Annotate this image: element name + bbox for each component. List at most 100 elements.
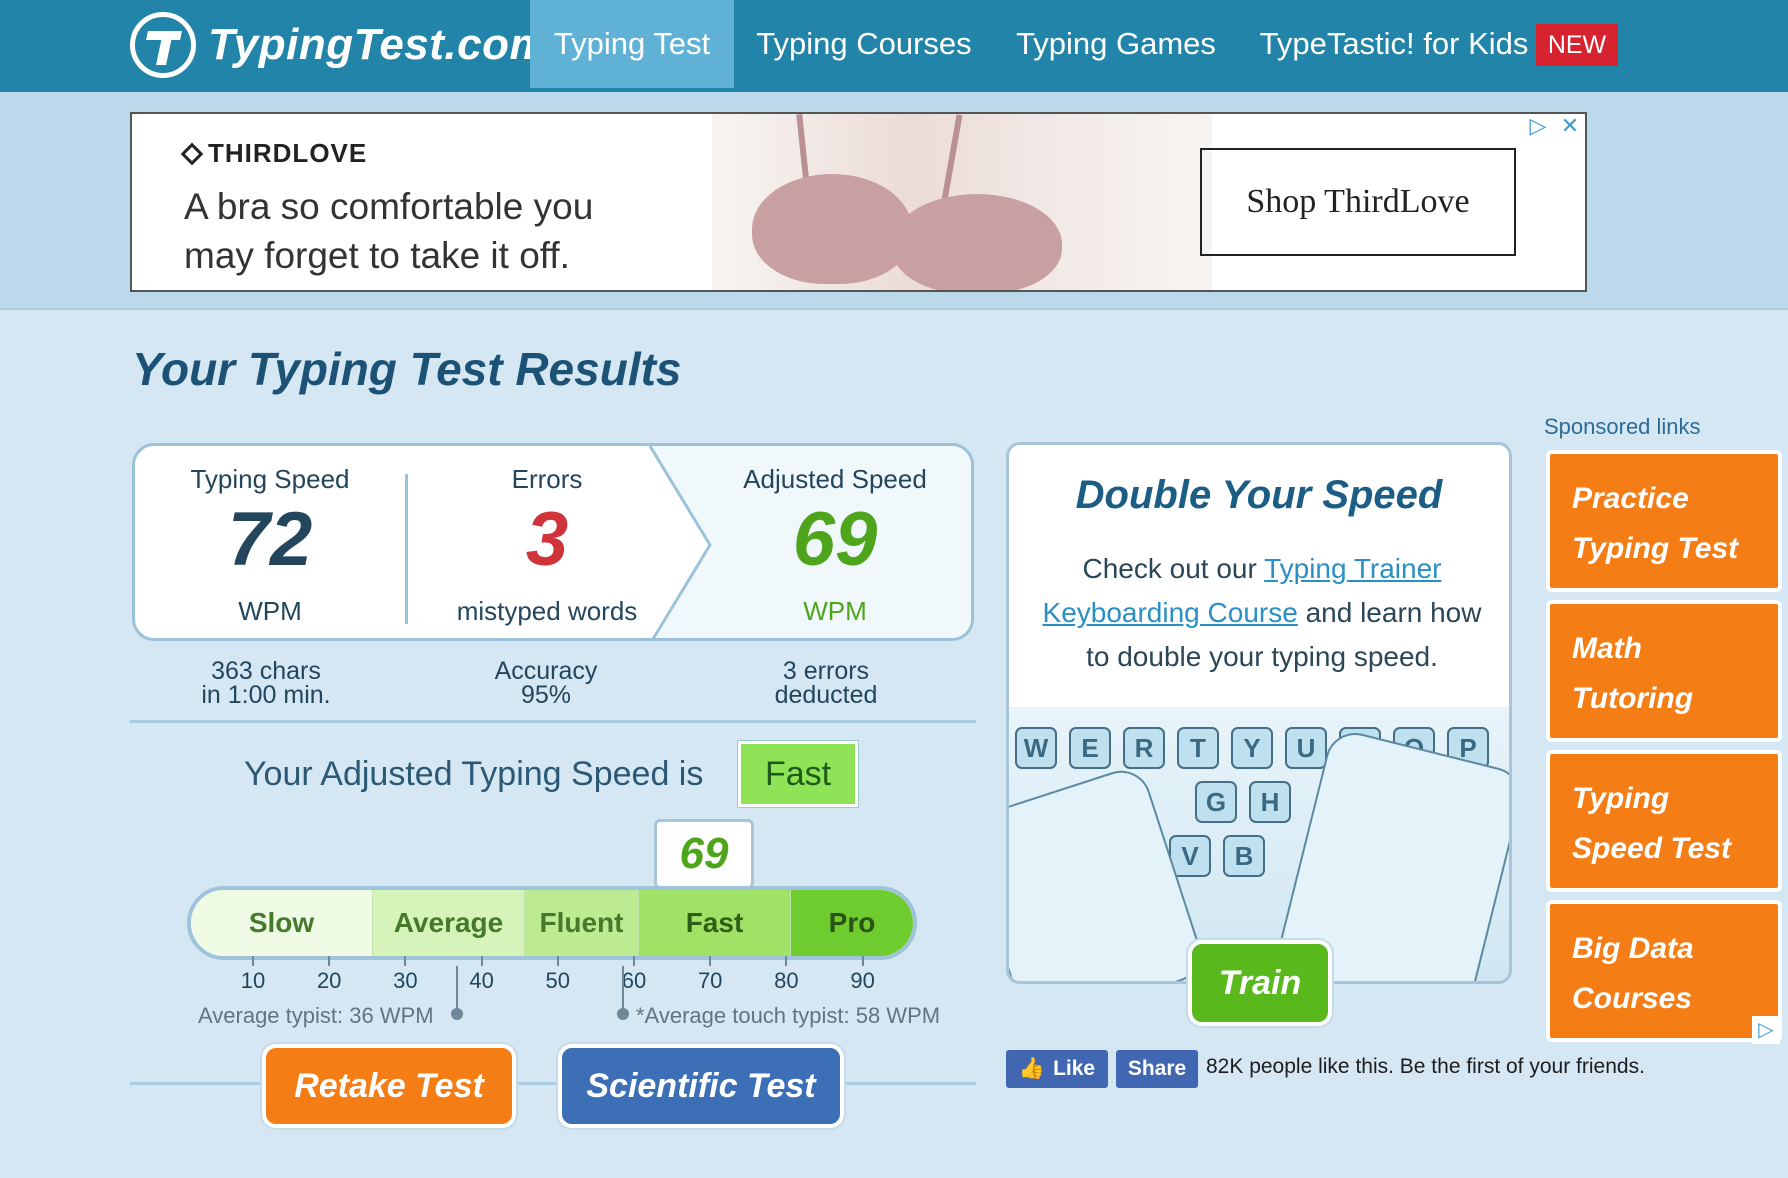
close-icon[interactable]: ✕ xyxy=(1557,113,1583,139)
chars-typed: 363 chars xyxy=(211,657,321,685)
sponsored-link-math-tutoring[interactable]: Math Tutoring xyxy=(1546,600,1782,742)
scale-tick-label: 40 xyxy=(469,968,494,993)
site-logo[interactable]: TypingTest.com xyxy=(130,8,549,82)
ad-product-image xyxy=(712,114,1212,290)
average-typist-line xyxy=(456,966,458,1014)
speed-rating-badge: Fast xyxy=(738,741,858,807)
sponsored-link-line2: Speed Test xyxy=(1572,832,1731,865)
sponsored-link-typing-speed-test[interactable]: Typing Speed Test xyxy=(1546,750,1782,892)
adjusted-speed-caption: Adjusted Speed xyxy=(743,464,927,494)
sponsored-link-line1: Big Data xyxy=(1572,932,1694,965)
results-card: Typing Speed 72 WPM Errors 3 mistyped wo… xyxy=(132,443,974,641)
promo-title: Double Your Speed xyxy=(1075,473,1443,517)
key-b: B xyxy=(1223,835,1265,877)
scale-tick-label: 70 xyxy=(697,968,723,993)
scale-segment-slow: Slow xyxy=(191,890,373,956)
average-typist-dot xyxy=(451,1008,463,1020)
scale-tick-label: 10 xyxy=(240,968,266,993)
ad-copy-line1: A bra so comfortable you xyxy=(184,186,594,227)
sponsored-link-big-data-courses[interactable]: Big Data Courses xyxy=(1546,900,1782,1042)
ad-controls: ▷ ✕ xyxy=(1525,113,1583,139)
top-navigation-bar: TypingTest.com Typing Test Typing Course… xyxy=(0,0,1788,92)
banner-ad[interactable]: THIRDLOVE A bra so comfortable you may f… xyxy=(130,112,1587,292)
typing-speed-column: Typing Speed 72 WPM xyxy=(135,446,405,638)
new-badge: NEW xyxy=(1536,24,1618,66)
facebook-like-count: 82K people like this. Be the first of yo… xyxy=(1206,1055,1645,1078)
accuracy-value: 95% xyxy=(520,681,572,709)
key-e: E xyxy=(1069,727,1111,769)
train-button[interactable]: Train xyxy=(1188,940,1332,1026)
ad-shop-button[interactable]: Shop ThirdLove xyxy=(1200,148,1516,256)
scale-tick xyxy=(404,956,407,966)
touch-typist-note: *Average touch typist: 58 WPM xyxy=(636,1003,941,1028)
scale-tick-label: 80 xyxy=(774,968,799,993)
accuracy-details: Accuracy 95% xyxy=(420,657,672,709)
sponsored-link-line1: Math xyxy=(1572,632,1642,665)
scale-tick xyxy=(861,956,864,966)
nav-typing-courses[interactable]: Typing Courses xyxy=(742,0,986,88)
sponsored-link-line2: Typing Test xyxy=(1572,532,1739,565)
nav-typetastic-for-kids[interactable]: TypeTastic! for Kids xyxy=(1256,0,1532,88)
scale-tick-label: 20 xyxy=(316,968,342,993)
retake-test-button[interactable]: Retake Test xyxy=(262,1044,516,1128)
adjusted-speed-value: 69 xyxy=(792,497,878,582)
speed-scale: Slow Average Fluent Fast Pro xyxy=(187,886,917,960)
scale-tick xyxy=(328,956,331,966)
scale-segment-fast: Fast xyxy=(639,890,791,956)
key-h: H xyxy=(1249,781,1291,823)
adjusted-speed-label: Your Adjusted Typing Speed is xyxy=(244,755,704,793)
speed-marker: 69 xyxy=(654,819,754,889)
average-typist-note: Average typist: 36 WPM xyxy=(198,1003,434,1028)
scale-tick xyxy=(709,956,712,966)
sponsored-link-line2: Courses xyxy=(1572,982,1693,1015)
scale-tick-label: 50 xyxy=(545,968,571,993)
facebook-like-button[interactable]: 👍 Like xyxy=(1006,1050,1108,1088)
typing-speed-caption: Typing Speed xyxy=(190,464,350,494)
accuracy-label: Accuracy xyxy=(494,657,598,685)
ad-copy-line2: may forget to take it off. xyxy=(184,235,570,276)
typing-speed-unit: WPM xyxy=(238,596,302,626)
scale-tick-label: 60 xyxy=(621,968,647,993)
nav-typing-games[interactable]: Typing Games xyxy=(1006,0,1226,88)
double-speed-card: Double Your Speed Check out our Typing T… xyxy=(1006,442,1512,984)
adjusted-speed-unit: WPM xyxy=(803,596,867,626)
nav-typing-test[interactable]: Typing Test xyxy=(530,0,734,88)
page-title: Your Typing Test Results xyxy=(132,343,682,395)
logo-text: TypingTest.com xyxy=(208,20,550,69)
sponsored-link-line1: Typing xyxy=(1572,782,1670,815)
scale-segment-pro: Pro xyxy=(791,890,913,956)
sponsored-link-line2: Tutoring xyxy=(1572,682,1694,715)
sponsored-links-label: Sponsored links xyxy=(1544,414,1701,439)
adchoices-icon[interactable]: ▷ xyxy=(1525,113,1551,139)
speed-details: 363 chars in 1:00 min. xyxy=(150,657,382,709)
adchoices-icon[interactable]: ▷ xyxy=(1752,1016,1780,1044)
thumbs-up-icon: 👍 xyxy=(1018,1057,1046,1080)
adjusted-speed-column: Adjusted Speed 69 WPM xyxy=(695,446,971,638)
section-divider xyxy=(130,720,976,723)
typing-speed-value: 72 xyxy=(227,497,313,582)
key-t: T xyxy=(1177,727,1219,769)
ad-copy: A bra so comfortable you may forget to t… xyxy=(184,182,704,280)
key-r: R xyxy=(1123,727,1165,769)
scale-tick xyxy=(556,956,559,966)
key-g: G xyxy=(1195,781,1237,823)
scientific-test-button[interactable]: Scientific Test xyxy=(558,1044,844,1128)
scale-tick xyxy=(252,956,254,966)
scale-segment-fluent: Fluent xyxy=(525,890,639,956)
scale-tick xyxy=(480,956,483,966)
scale-segment-average: Average xyxy=(373,890,525,956)
promo-text: Check out our Typing Trainer Keyboarding… xyxy=(1039,547,1485,679)
touch-typist-line xyxy=(622,966,624,1014)
bottom-divider xyxy=(130,1082,976,1085)
touch-typist-dot xyxy=(617,1008,629,1020)
sponsored-link-practice-typing-test[interactable]: Practice Typing Test xyxy=(1546,450,1782,592)
errors-deducted-count: 3 errors xyxy=(782,657,870,685)
facebook-share-button[interactable]: Share xyxy=(1116,1050,1198,1088)
scale-tick-label: 30 xyxy=(393,968,418,993)
errors-deducted-label: deducted xyxy=(774,681,878,709)
test-duration: in 1:00 min. xyxy=(201,681,331,709)
logo-mark-icon xyxy=(130,12,196,78)
scale-tick-label: 90 xyxy=(850,968,875,993)
deduction-details: 3 errors deducted xyxy=(700,657,952,709)
promo-text-before: Check out our xyxy=(1082,553,1265,584)
